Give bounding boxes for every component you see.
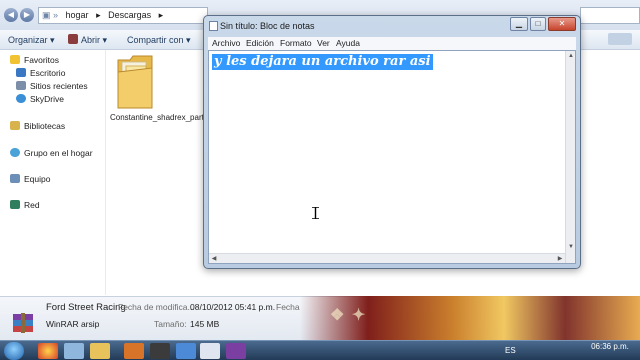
details-size-label: Tamaño: — [154, 319, 187, 329]
paw-app-icon[interactable] — [124, 343, 144, 359]
nav-label: SkyDrive — [30, 94, 65, 104]
wallpaper-logo-icon: ❖ ✦ — [330, 305, 367, 324]
address-bar[interactable]: ▣ » hogar ▸ Descargas ▸ — [38, 7, 208, 24]
nav-label: Grupo en el hogar — [24, 148, 93, 158]
selected-text[interactable]: y les dejara un archivo rar asi — [212, 54, 433, 70]
back-icon[interactable]: ◀ — [4, 8, 18, 22]
winrar-archive-icon — [12, 312, 34, 334]
chrome-icon[interactable] — [38, 343, 58, 359]
minimize-button[interactable]: ▁ — [510, 17, 528, 31]
nav-label: Bibliotecas — [24, 121, 66, 131]
nav-grupo-en-el-hogar[interactable]: Grupo en el hogar — [10, 148, 93, 159]
library-icon — [10, 121, 20, 130]
nav-favoritos[interactable]: Favoritos — [10, 55, 59, 66]
maximize-button[interactable]: □ — [530, 17, 546, 31]
vertical-scrollbar[interactable]: ▲ ▼ — [565, 51, 575, 263]
horizontal-scrollbar[interactable]: ◀ ▶ — [209, 253, 565, 263]
nav-bibliotecas[interactable]: Bibliotecas — [10, 121, 65, 132]
breadcrumb-descargas[interactable]: Descargas — [108, 10, 151, 20]
menu-archivo[interactable]: Archivo — [212, 38, 240, 49]
explorer-taskbar-icon[interactable] — [90, 343, 110, 359]
view-options-icon[interactable] — [608, 33, 632, 45]
folder-icon: ▣ » — [42, 10, 59, 20]
start-button[interactable] — [4, 342, 24, 360]
notepad-icon — [209, 21, 218, 31]
media-icon[interactable] — [150, 343, 170, 359]
app-icon[interactable] — [176, 343, 196, 359]
nav-sitios-recientes[interactable]: Sitios recientes — [16, 81, 88, 92]
navigation-pane: Favoritos Escritorio Sitios recientes Sk… — [0, 50, 105, 295]
open-label: Abrir — [81, 35, 101, 45]
menu-ayuda[interactable]: Ayuda — [336, 38, 360, 49]
taskbar: ES 06:36 p.m. — [0, 340, 640, 360]
details-extra-label: Fecha — [276, 302, 300, 312]
file-name[interactable]: Constantine_shadrex_part1 — [110, 113, 208, 123]
details-modified-label: Fecha de modifica... — [118, 302, 195, 312]
breadcrumb-separator-icon: ▸ — [158, 10, 164, 20]
cloud-icon — [16, 94, 26, 103]
nav-label: Sitios recientes — [30, 81, 88, 91]
organize-label: Organizar — [8, 35, 48, 45]
details-modified-value: 08/10/2012 05:41 p.m. — [190, 302, 276, 312]
open-button[interactable]: Abrir ▾ — [68, 33, 107, 47]
winrar-taskbar-icon[interactable] — [226, 343, 246, 359]
app-icon[interactable] — [64, 343, 84, 359]
text-cursor-icon — [312, 206, 319, 220]
notepad-window[interactable]: Sin título: Bloc de notas ▁ □ ✕ Archivo … — [203, 15, 581, 269]
menu-formato[interactable]: Formato — [280, 38, 312, 49]
recent-places-icon — [16, 81, 26, 90]
nav-skydrive[interactable]: SkyDrive — [16, 94, 64, 105]
nav-label: Equipo — [24, 174, 51, 184]
details-size-value: 145 MB — [190, 319, 220, 329]
notepad-taskbar-icon[interactable] — [200, 343, 220, 359]
details-file-type: WinRAR arsip — [46, 319, 100, 329]
nav-label: Red — [24, 200, 40, 210]
forward-icon[interactable]: ▶ — [20, 8, 34, 22]
desktop-icon — [16, 68, 26, 77]
menu-ver[interactable]: Ver — [317, 38, 330, 49]
nav-red[interactable]: Red — [10, 200, 40, 211]
text-editor[interactable]: y les dejara un archivo rar asi ▲ ▼ ◀ ▶ — [208, 50, 576, 264]
nav-label: Favoritos — [24, 55, 59, 65]
breadcrumb-hogar[interactable]: hogar — [66, 10, 89, 20]
share-label: Compartir con — [127, 35, 184, 45]
language-indicator[interactable]: ES — [505, 346, 516, 355]
share-button[interactable]: Compartir con ▾ — [127, 33, 191, 47]
nav-label: Escritorio — [30, 68, 66, 78]
scroll-down-icon[interactable]: ▼ — [567, 243, 575, 251]
star-icon — [10, 55, 20, 64]
folder-icon[interactable] — [116, 52, 154, 110]
scroll-up-icon[interactable]: ▲ — [567, 52, 575, 60]
close-button[interactable]: ✕ — [548, 17, 576, 31]
computer-icon — [10, 174, 20, 183]
network-icon — [10, 200, 20, 209]
nav-equipo[interactable]: Equipo — [10, 174, 50, 185]
search-input[interactable] — [580, 7, 640, 24]
menu-edicion[interactable]: Edición — [246, 38, 274, 49]
nav-escritorio[interactable]: Escritorio — [16, 68, 65, 79]
scroll-right-icon[interactable]: ▶ — [556, 255, 564, 263]
breadcrumb-separator-icon: ▸ — [96, 10, 101, 20]
window-title: Sin título: Bloc de notas — [220, 21, 315, 31]
organize-button[interactable]: Organizar ▾ — [8, 33, 55, 47]
menu-bar: Archivo Edición Formato Ver Ayuda — [208, 37, 576, 50]
homegroup-icon — [10, 148, 20, 157]
details-file-name: Ford Street Racing — [46, 302, 126, 313]
winrar-icon — [68, 34, 78, 44]
scroll-left-icon[interactable]: ◀ — [210, 255, 218, 263]
clock[interactable]: 06:36 p.m. — [590, 342, 630, 351]
